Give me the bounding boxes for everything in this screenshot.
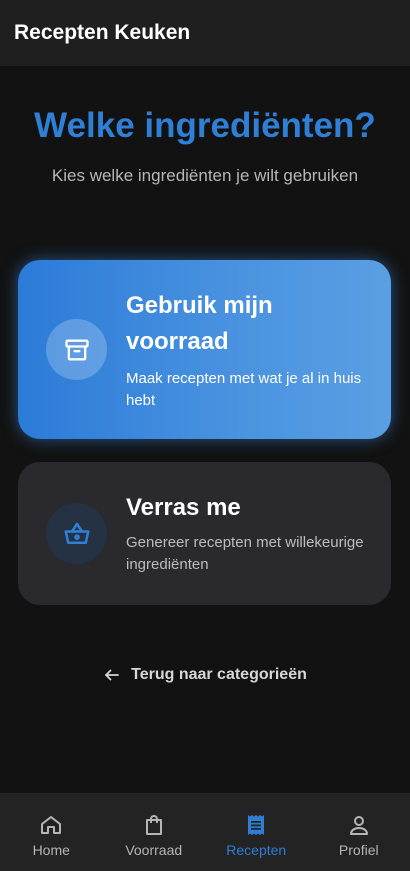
nav-item-home[interactable]: Home [0, 793, 103, 871]
nav-label-recepten: Recepten [226, 842, 287, 858]
use-inventory-description: Maak recepten met wat je al in huis hebt [126, 370, 362, 409]
back-to-categories-link[interactable]: Terug naar categorieën [0, 666, 410, 684]
use-inventory-text: Gebruik mijn voorraad Maak recepten met … [126, 288, 373, 412]
page-title: Welke ingrediënten? [34, 106, 376, 145]
page-subtitle: Kies welke ingrediënten je wilt gebruike… [51, 166, 359, 185]
use-inventory-title-line2: voorraad [126, 328, 229, 355]
receipt-icon [244, 813, 268, 837]
surprise-me-description: Genereer recepten met willekeurige ingre… [126, 534, 364, 573]
bottom-navigation: Home Voorraad Recepten Profiel [0, 793, 410, 871]
nav-item-recepten[interactable]: Recepten [205, 793, 308, 871]
shopping-bag-icon [142, 813, 166, 837]
nav-item-voorraad[interactable]: Voorraad [103, 793, 206, 871]
app-screen: Recepten Keuken Welke ingrediënten? Kies… [0, 0, 410, 871]
app-bar: Recepten Keuken [0, 0, 410, 66]
surprise-me-title: Verras me [126, 494, 241, 521]
surprise-me-card[interactable]: Verras me Genereer recepten met willekeu… [18, 462, 391, 605]
home-icon [39, 813, 63, 837]
app-title: Recepten Keuken [14, 21, 191, 44]
nav-label-home: Home [32, 842, 70, 858]
person-icon [347, 813, 371, 837]
arrow-left-icon [103, 666, 121, 684]
nav-item-profiel[interactable]: Profiel [308, 793, 410, 871]
nav-label-voorraad: Voorraad [125, 842, 183, 858]
basket-icon [46, 503, 107, 564]
back-link-label: Terug naar categorieën [131, 666, 307, 683]
use-inventory-title-line1: Gebruik mijn [126, 292, 273, 319]
surprise-me-text: Verras me Genereer recepten met willekeu… [126, 490, 373, 576]
use-inventory-card[interactable]: Gebruik mijn voorraad Maak recepten met … [18, 260, 391, 439]
archive-box-icon [46, 319, 107, 380]
nav-label-profiel: Profiel [338, 842, 379, 858]
